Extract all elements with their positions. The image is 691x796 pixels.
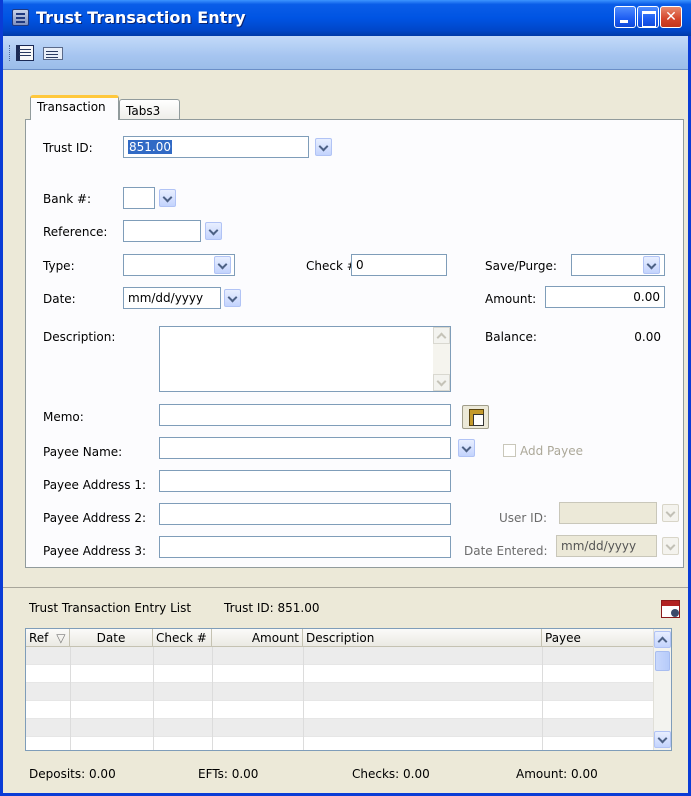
balance-value: 0.00	[634, 330, 661, 344]
toolbar-grip[interactable]	[9, 45, 12, 61]
maximize-button[interactable]	[637, 6, 659, 28]
date-entered-dropdown-button[interactable]	[662, 537, 679, 555]
payee-address-1-input[interactable]	[159, 470, 451, 492]
scroll-down-icon[interactable]	[433, 374, 450, 391]
column-divider	[70, 647, 71, 750]
user-id-dropdown-button[interactable]	[662, 504, 679, 522]
list-view-icon[interactable]	[43, 47, 63, 60]
date-label: Date:	[43, 292, 76, 306]
payee-address-3-input[interactable]	[159, 536, 451, 558]
scroll-up-icon[interactable]	[433, 327, 450, 344]
table-row[interactable]	[26, 737, 655, 750]
date-dropdown-button[interactable]	[224, 289, 241, 307]
table-row[interactable]	[26, 647, 655, 665]
app-icon	[12, 9, 29, 26]
table-row[interactable]	[26, 701, 655, 719]
memo-input[interactable]	[159, 404, 451, 426]
entry-list-grid[interactable]: Ref ▽ Date Check # Amount Description Pa…	[25, 628, 672, 751]
trust-id-input[interactable]: 851.00	[123, 136, 309, 158]
deposits-total: Deposits: 0.00	[29, 767, 116, 781]
reference-label: Reference:	[43, 225, 108, 239]
checks-total: Checks: 0.00	[352, 767, 430, 781]
list-settings-icon[interactable]	[661, 600, 680, 618]
tab-transaction[interactable]: Transaction	[30, 95, 119, 120]
payee-name-label: Payee Name:	[43, 445, 123, 459]
column-header-ref-label: Ref	[29, 631, 49, 645]
column-divider	[542, 647, 543, 750]
close-button[interactable]	[660, 6, 682, 28]
column-divider	[153, 647, 154, 750]
payee-name-input[interactable]	[159, 437, 451, 459]
bank-input[interactable]	[123, 187, 155, 209]
column-header-description[interactable]: Description	[303, 629, 542, 647]
date-input[interactable]: mm/dd/yyyy	[123, 287, 221, 309]
bank-label: Bank #:	[43, 192, 92, 206]
balance-label: Balance:	[485, 330, 537, 344]
trust-id-label: Trust ID:	[43, 141, 93, 155]
window-title: Trust Transaction Entry	[36, 8, 246, 27]
title-bar[interactable]: Trust Transaction Entry	[3, 0, 691, 36]
column-header-check[interactable]: Check #	[153, 629, 212, 647]
reference-input[interactable]	[123, 220, 201, 242]
amount-total: Amount: 0.00	[516, 767, 598, 781]
list-scrollbar[interactable]	[653, 629, 671, 750]
detail-view-icon[interactable]	[16, 45, 34, 61]
description-label: Description:	[43, 330, 116, 344]
table-row[interactable]	[26, 719, 655, 737]
amount-input[interactable]: 0.00	[545, 286, 665, 308]
column-header-payee[interactable]: Payee	[542, 629, 655, 647]
description-textarea[interactable]	[159, 326, 451, 392]
add-payee-checkbox[interactable]	[503, 444, 516, 457]
reference-dropdown-button[interactable]	[205, 222, 222, 240]
trust-id-value: 851.00	[128, 140, 172, 154]
payee-address-3-label: Payee Address 3:	[43, 544, 147, 558]
column-divider	[303, 647, 304, 750]
bank-dropdown-button[interactable]	[159, 189, 176, 207]
toolbar	[3, 36, 688, 70]
type-label: Type:	[43, 259, 75, 273]
payee-name-dropdown-button[interactable]	[458, 439, 475, 457]
scroll-thumb[interactable]	[655, 651, 670, 671]
save-purge-dropdown-button[interactable]	[643, 256, 660, 274]
efts-total: EFTs: 0.00	[198, 767, 259, 781]
table-row[interactable]	[26, 665, 655, 683]
list-trust-id: Trust ID: 851.00	[224, 601, 320, 615]
paste-memo-icon[interactable]	[462, 405, 489, 429]
column-header-ref[interactable]: Ref ▽	[26, 629, 70, 647]
trust-id-dropdown-button[interactable]	[315, 138, 332, 156]
column-header-date[interactable]: Date	[70, 629, 153, 647]
table-row[interactable]	[26, 683, 655, 701]
check-input[interactable]: 0	[351, 254, 447, 276]
scroll-up-icon[interactable]	[654, 631, 671, 648]
date-entered-input[interactable]: mm/dd/yyyy	[556, 535, 657, 557]
user-id-input[interactable]	[559, 502, 657, 524]
sort-descending-icon: ▽	[56, 631, 66, 645]
user-id-label: User ID:	[499, 511, 547, 525]
save-purge-label: Save/Purge:	[485, 259, 557, 273]
amount-label: Amount:	[485, 292, 537, 306]
payee-address-1-label: Payee Address 1:	[43, 478, 147, 492]
scroll-down-icon[interactable]	[654, 731, 671, 748]
date-entered-label: Date Entered:	[464, 544, 548, 558]
minimize-button[interactable]	[614, 6, 636, 28]
trust-transaction-window: Trust Transaction Entry Transaction Tabs…	[0, 0, 691, 796]
list-title: Trust Transaction Entry List	[29, 601, 192, 615]
payee-address-2-label: Payee Address 2:	[43, 511, 147, 525]
description-scrollbar[interactable]	[433, 327, 450, 391]
type-dropdown-button[interactable]	[214, 256, 231, 274]
payee-address-2-input[interactable]	[159, 503, 451, 525]
column-divider	[212, 647, 213, 750]
memo-label: Memo:	[43, 410, 84, 424]
add-payee-label: Add Payee	[520, 444, 583, 458]
column-header-amount[interactable]: Amount	[212, 629, 303, 647]
